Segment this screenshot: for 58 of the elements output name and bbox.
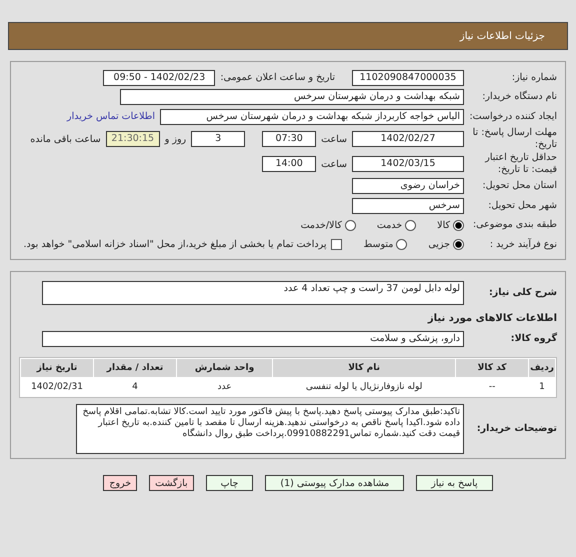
field-label: شهر محل تحویل: <box>487 200 557 212</box>
action-button[interactable]: بازگشت <box>149 475 194 491</box>
days-field: 3 <box>191 131 246 147</box>
buyer-notes-field: تاکید:طبق مدارک پیوستی پاسخ دهید.پاسخ با پیش فاکتور مورد تایید است.کالا تشابه.تمامی اقلام پاسخ داده شود.اکیدا پاسخ ناقص به درخواستی ندهید.هزینه ارسال تا مقصد با تامین کننده.به تاریخ اعتبار قیمت دقت کنید.شماره تماس09910882291.پرداخت طبق روال دانشگاه <box>76 404 464 454</box>
section-heading: اطلاعات کالاهای مورد نیاز <box>428 312 557 326</box>
field-label: حداقل تاریخ اعتبار قیمت: تا تاریخ: <box>484 152 557 176</box>
action-button[interactable]: چاپ <box>206 475 254 491</box>
field-label: طبقه بندی موضوعی: <box>472 219 557 232</box>
need-number-field: 1102090847000035 <box>352 70 464 86</box>
checkbox-label: پرداخت تمام یا بخشی از مبلغ خرید،از محل "اسناد خزانه اسلامی" خواهد بود. <box>24 239 326 250</box>
column-header: تاریخ نیاز <box>21 359 93 377</box>
validity-time-field: 14:00 <box>262 156 316 172</box>
action-button[interactable]: مشاهده مدارک پیوستی (1) <box>265 475 404 491</box>
column-header: کد کالا <box>456 359 528 377</box>
deadline-time-field: 07:30 <box>262 131 316 147</box>
radio-button[interactable] <box>453 239 464 250</box>
buyer-org-field: شبکه بهداشت و درمان شهرستان سرخس <box>120 89 464 106</box>
field-label: شماره نیاز: <box>510 72 557 84</box>
action-button[interactable]: خروج <box>103 475 138 491</box>
city-field: سرخس <box>352 198 464 214</box>
radio-button[interactable] <box>344 220 356 231</box>
requester-field: الیاس خواجه کاربرداز شبکه بهداشت و درمان شهرستان سرخس <box>160 108 464 125</box>
field-label: شرح کلی نیاز: <box>488 286 557 298</box>
action-button[interactable]: پاسخ به نیاز <box>416 475 493 491</box>
radio-label: متوسط <box>363 239 394 250</box>
radio-label: خدمت <box>376 220 402 231</box>
radio-button[interactable] <box>453 220 464 231</box>
field-label: تاریخ و ساعت اعلان عمومی: <box>220 72 335 84</box>
field-label: نام دستگاه خریدار: <box>481 91 557 104</box>
deadline-date-field: 1402/02/27 <box>352 131 464 147</box>
checkbox[interactable] <box>331 239 342 250</box>
announce-date-field: 1402/02/23 - 09:50 <box>103 70 216 86</box>
remaining-time-field: 21:30:15 <box>106 131 160 147</box>
field-label: نوع فرآیند خرید : <box>488 238 557 251</box>
column-header: تعداد / مقدار <box>94 359 176 377</box>
validity-date-field: 1402/03/15 <box>352 156 464 172</box>
description-field: لوله دابل لومن 37 راست و چپ تعداد 4 عدد <box>42 280 464 304</box>
field-label: ایجاد کننده درخواست: <box>469 110 557 123</box>
column-header: ردیف <box>529 359 555 377</box>
remaining-label: ساعت باقی مانده <box>30 134 101 144</box>
radio-label: کالا/خدمت <box>300 220 342 231</box>
time-label: ساعت <box>321 134 347 144</box>
province-field: خراسان رضوی <box>352 178 464 194</box>
field-label: توضیحات خریدار: <box>476 423 557 435</box>
radio-button[interactable] <box>405 220 416 231</box>
field-label: مهلت ارسال پاسخ: تا تاریخ: <box>472 127 557 151</box>
goods-group-field: دارو، پزشکی و سلامت <box>42 331 464 348</box>
column-header: واحد شمارش <box>177 359 272 377</box>
page-title: جزئیات اطلاعات نیاز <box>460 30 545 42</box>
field-label: استان محل تحویل: <box>481 180 557 192</box>
field-label: گروه کالا: <box>510 333 557 346</box>
time-label: ساعت <box>321 158 347 170</box>
days-label: روز و <box>164 134 186 144</box>
radio-label: کالا <box>437 220 450 231</box>
column-header: نام کالا <box>273 359 456 377</box>
radio-label: جزیی <box>428 239 450 250</box>
buyer-contact-link[interactable]: اطلاعات تماس خریدار <box>66 111 155 122</box>
radio-button[interactable] <box>396 239 408 250</box>
